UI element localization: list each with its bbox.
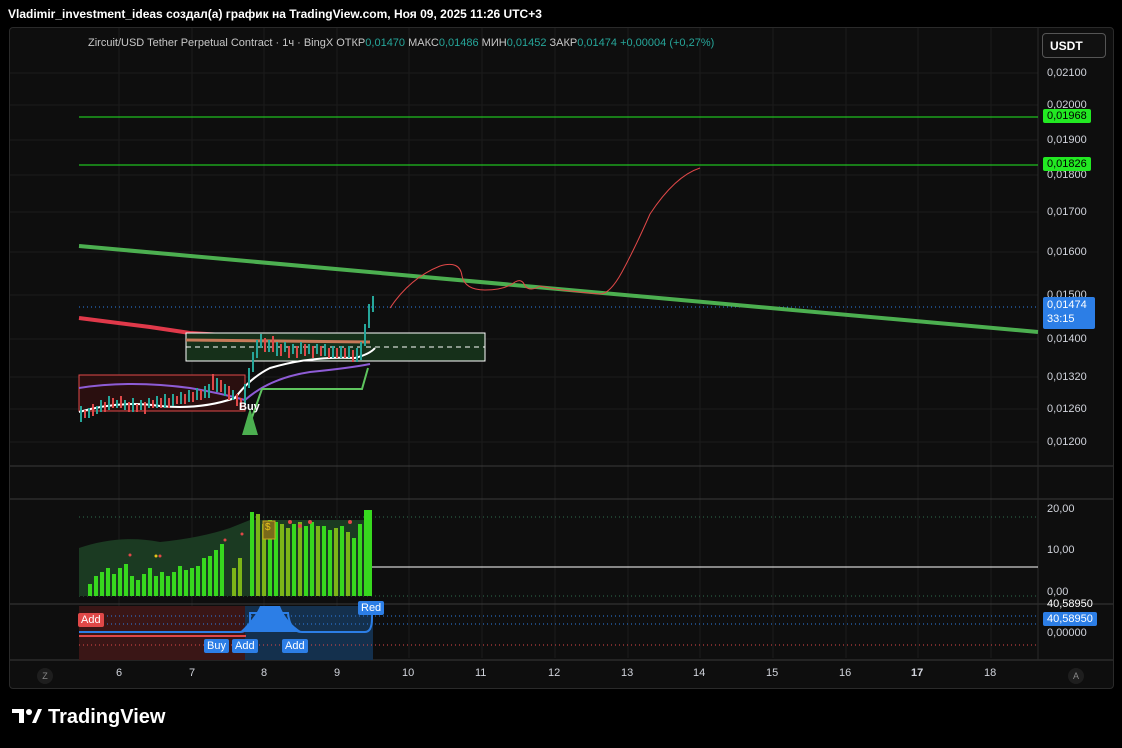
price-tick: 0,01600	[1047, 246, 1087, 258]
price-tick: 0,01260	[1047, 403, 1087, 415]
price-tick: 0,01320	[1047, 371, 1087, 383]
time-label: 14	[693, 667, 706, 679]
price-tick: 0,01200	[1047, 436, 1087, 448]
bar-countdown: 33:15	[1047, 313, 1075, 325]
time-label: 12	[548, 667, 561, 679]
current-price-tag: 0,01474 33:15	[1043, 297, 1095, 329]
buy-signal-lower[interactable]: Buy	[204, 639, 229, 653]
open-value: 0,01470	[365, 37, 406, 49]
chart-canvas[interactable]	[10, 28, 1113, 688]
indicator1-tick: 10,00	[1047, 544, 1075, 556]
indicator1-pane	[79, 510, 1038, 597]
indicator1-tick: 0,00	[1047, 586, 1069, 598]
dollar-sign: $	[265, 522, 271, 533]
time-label: 10	[402, 667, 415, 679]
close-label: ЗАКР	[549, 37, 578, 49]
add-signal-lower-2[interactable]: Add	[282, 639, 308, 653]
top-bar: Vladimir_investment_ideas создал(а) граф…	[0, 0, 1122, 26]
time-label: 13	[621, 667, 634, 679]
price-tag-upper[interactable]: 0,01968	[1043, 109, 1091, 123]
price-tick: 0,01400	[1047, 333, 1087, 345]
currency-button[interactable]: USDT	[1042, 33, 1106, 58]
projection-path-red[interactable]	[389, 167, 701, 309]
high-value: 0,01486	[438, 37, 479, 49]
indicator1-tick: 20,00	[1047, 503, 1075, 515]
indicator2-zero: 0,00000	[1047, 627, 1087, 639]
add-signal-left[interactable]: Add	[78, 613, 104, 627]
tradingview-logo[interactable]: TradingView	[12, 706, 165, 729]
price-tick: 0,01900	[1047, 134, 1087, 146]
high-label: МАКС	[408, 37, 439, 49]
symbol-name: Zircuit/USD Tether Perpetual Contract · …	[88, 37, 334, 49]
tradingview-logo-icon	[12, 706, 42, 729]
channel-green	[249, 367, 369, 424]
time-label: 18	[984, 667, 997, 679]
price-tag-lower[interactable]: 0,01826	[1043, 157, 1091, 171]
current-price-value: 0,01474	[1047, 299, 1087, 311]
red-signal-label[interactable]: Red	[358, 601, 385, 615]
indicator2-value-top: 40,58950	[1047, 598, 1093, 610]
time-label: 6	[116, 667, 123, 679]
time-label: 15	[766, 667, 779, 679]
price-tick: 0,02100	[1047, 67, 1087, 79]
time-label: 11	[475, 667, 487, 679]
time-label: 17	[911, 667, 924, 679]
close-value: 0,01474	[577, 37, 618, 49]
buy-signal-label: Buy	[239, 401, 260, 413]
tradingview-brand: TradingView	[48, 706, 166, 728]
price-tick: 0,01700	[1047, 206, 1087, 218]
auto-scale-corner-icon[interactable]: A	[1068, 668, 1084, 684]
time-label: 16	[839, 667, 852, 679]
chart-frame[interactable]: Zircuit/USD Tether Perpetual Contract · …	[9, 27, 1114, 689]
chart-author-title: Vladimir_investment_ideas создал(а) граф…	[8, 7, 542, 21]
low-value: 0,01452	[506, 37, 547, 49]
time-label: 8	[261, 667, 268, 679]
low-label: МИН	[481, 37, 507, 49]
timezone-corner-icon[interactable]: Z	[37, 668, 53, 684]
orange-ma	[185, 338, 371, 344]
time-label: 9	[334, 667, 341, 679]
add-signal-lower-1[interactable]: Add	[232, 639, 258, 653]
open-label: ОТКР	[336, 37, 366, 49]
time-label: 7	[189, 667, 196, 679]
change-value: +0,00004 (+0,27%)	[620, 37, 715, 49]
symbol-legend[interactable]: Zircuit/USD Tether Perpetual Contract · …	[88, 37, 714, 49]
indicator2-value-tag: 40,58950	[1043, 612, 1097, 626]
